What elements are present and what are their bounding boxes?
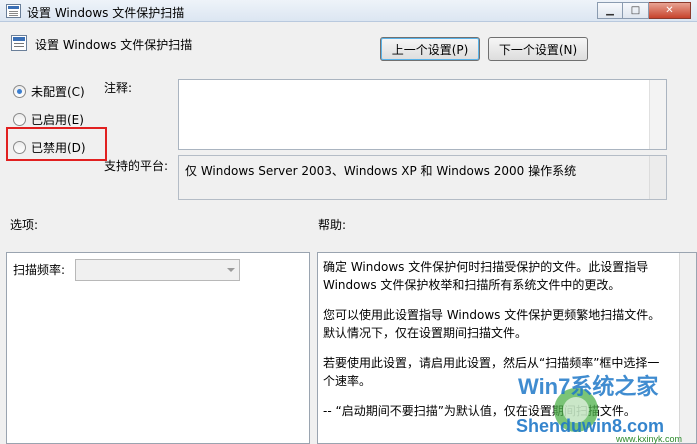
- setting-icon: [11, 35, 27, 51]
- radio-enabled[interactable]: 已启用(E): [13, 111, 84, 128]
- supported-platform-value: 仅 Windows Server 2003、Windows XP 和 Windo…: [185, 164, 577, 178]
- radio-not-configured-label: 未配置(C): [31, 85, 85, 99]
- policy-settings-icon: [6, 4, 21, 18]
- platform-scrollbar[interactable]: [649, 156, 666, 199]
- close-button[interactable]: ✕: [649, 2, 691, 19]
- help-label: 帮助:: [318, 218, 347, 232]
- radio-not-configured-indicator[interactable]: [13, 85, 26, 98]
- minimize-icon: ▁: [606, 4, 614, 16]
- help-panel: 确定 Windows 文件保护何时扫描受保护的文件。此设置指导 Windows …: [317, 252, 697, 444]
- previous-setting-button[interactable]: 上一个设置(P): [380, 37, 480, 61]
- help-text: 确定 Windows 文件保护何时扫描受保护的文件。此设置指导 Windows …: [323, 258, 668, 432]
- maximize-icon: □: [630, 4, 641, 16]
- next-setting-button[interactable]: 下一个设置(N): [488, 37, 588, 61]
- options-label: 选项:: [10, 218, 39, 232]
- maximize-button[interactable]: □: [623, 2, 649, 19]
- supported-platform-field: 仅 Windows Server 2003、Windows XP 和 Windo…: [178, 155, 667, 200]
- help-paragraph: 若要使用此设置，请启用此设置，然后从“扫描频率”框中选择一个速率。: [323, 356, 660, 388]
- comment-textarea[interactable]: [178, 79, 667, 150]
- radio-enabled-label: 已启用(E): [31, 113, 84, 127]
- window-title: 设置 Windows 文件保护扫描: [27, 6, 185, 20]
- setting-title: 设置 Windows 文件保护扫描: [35, 38, 193, 52]
- help-paragraph: 您可以使用此设置指导 Windows 文件保护更频繁地扫描文件。默认情况下，仅在…: [323, 308, 661, 340]
- scan-frequency-label: 扫描频率:: [13, 263, 66, 277]
- title-bar: 设置 Windows 文件保护扫描 ▁ □ ✕: [0, 0, 697, 22]
- supported-platform-label: 支持的平台:: [104, 159, 169, 173]
- chevron-down-icon: [227, 268, 235, 272]
- minimize-button[interactable]: ▁: [597, 2, 623, 19]
- help-paragraph: 确定 Windows 文件保护何时扫描受保护的文件。此设置指导 Windows …: [323, 260, 649, 292]
- window-controls: ▁ □ ✕: [597, 2, 691, 19]
- comment-scrollbar[interactable]: [649, 80, 666, 149]
- radio-enabled-indicator[interactable]: [13, 113, 26, 126]
- help-scrollbar[interactable]: [679, 253, 696, 443]
- highlight-annotation: [6, 127, 107, 161]
- help-paragraph: -- “启动期间不要扫描”为默认值，仅在设置期间扫描文件。: [323, 404, 636, 418]
- close-icon: ✕: [665, 4, 674, 16]
- radio-not-configured[interactable]: 未配置(C): [13, 83, 85, 100]
- comment-label: 注释:: [104, 81, 133, 95]
- scan-frequency-dropdown[interactable]: [75, 259, 240, 281]
